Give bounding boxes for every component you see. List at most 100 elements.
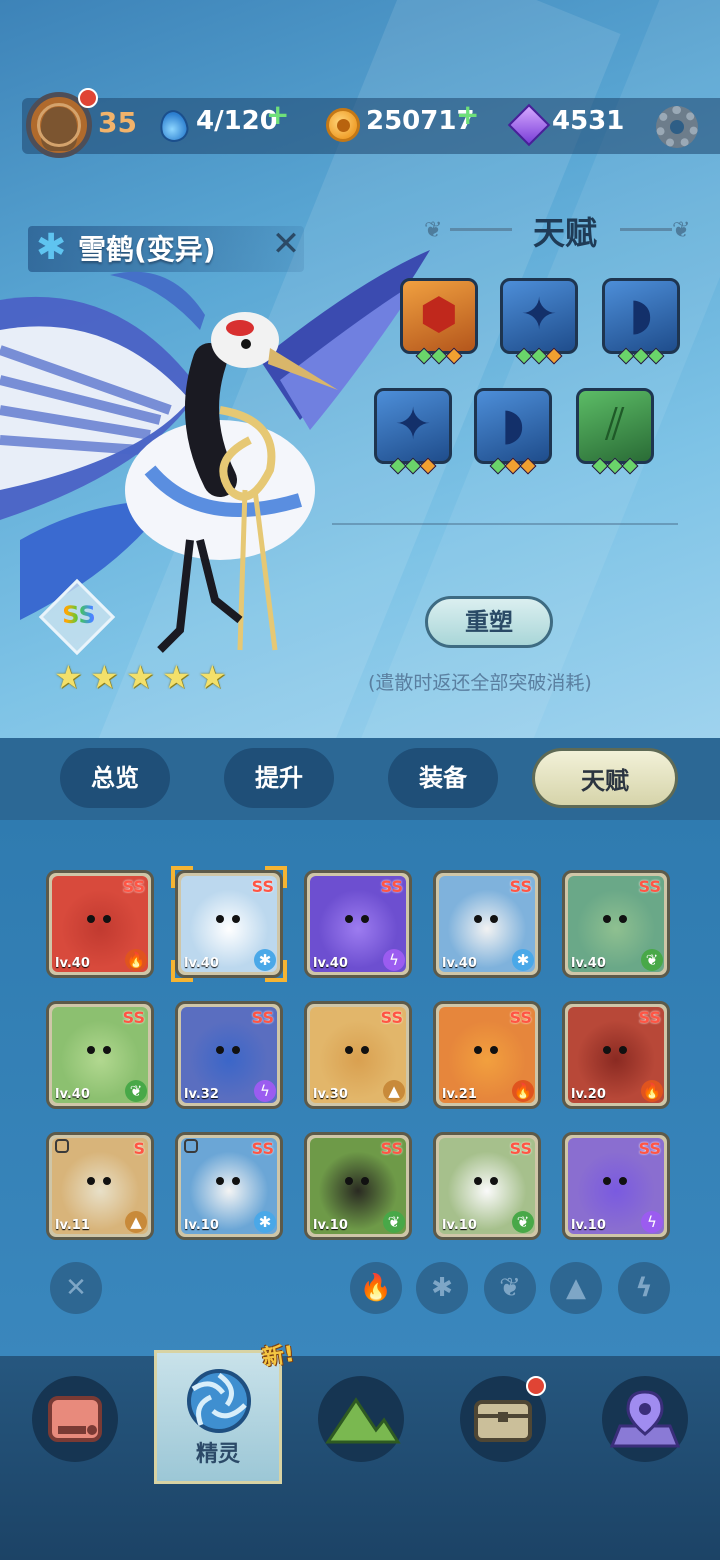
pet-card[interactable]: SS lv.40 🔥 xyxy=(46,870,154,978)
ice-element-icon: ✱ xyxy=(512,949,534,971)
pet-level: lv.21 xyxy=(442,1087,477,1102)
title-ornament-line xyxy=(620,228,672,231)
tab-overview[interactable]: 总览 xyxy=(60,748,170,808)
talent-pips xyxy=(389,457,437,475)
pet-card[interactable]: SS lv.32 ϟ xyxy=(175,1001,283,1109)
star-icon: ★ xyxy=(54,658,83,696)
pet-eye xyxy=(345,915,353,923)
nav-shop-button[interactable] xyxy=(32,1376,118,1462)
talent-slot[interactable]: ✦ xyxy=(500,278,578,354)
reforge-button[interactable]: 重塑 xyxy=(425,596,553,648)
pip-diamond-icon xyxy=(519,457,537,475)
pet-eye xyxy=(474,915,482,923)
nav-map-button[interactable] xyxy=(602,1376,688,1462)
nav-adventure-button[interactable] xyxy=(318,1376,404,1462)
pip-diamond-icon xyxy=(445,347,463,365)
nature-element-icon: ❦ xyxy=(383,1211,405,1233)
pet-eye xyxy=(216,1177,224,1185)
selection-corner xyxy=(265,960,287,982)
pet-eye xyxy=(619,1046,627,1054)
pet-eye xyxy=(232,915,240,923)
shuriken-star-icon: ✦ xyxy=(520,289,558,340)
talent-slot[interactable]: ⬢ xyxy=(400,278,478,354)
lightning-filter-button[interactable]: ϟ xyxy=(618,1262,670,1314)
tab-upgrade[interactable]: 提升 xyxy=(224,748,334,808)
pet-level: lv.11 xyxy=(55,1218,90,1233)
pet-level: lv.40 xyxy=(55,1087,90,1102)
lightning-element-icon: ϟ xyxy=(641,1211,663,1233)
talent-pips xyxy=(591,457,639,475)
lock-icon xyxy=(184,1139,198,1153)
pet-card[interactable]: SS lv.40 ϟ xyxy=(304,870,412,978)
nav-pet-label: 精灵 xyxy=(195,1442,240,1467)
pet-level: lv.40 xyxy=(571,956,606,971)
pet-card[interactable]: SS lv.21 🔥 xyxy=(433,1001,541,1109)
pet-eye xyxy=(87,915,95,923)
pet-card[interactable]: SS lv.10 ❦ xyxy=(304,1132,412,1240)
pet-rank: SS xyxy=(122,1008,145,1027)
pet-eye xyxy=(361,915,369,923)
star-icon: ★ xyxy=(162,658,191,696)
rank-label: SS xyxy=(54,601,104,629)
pet-rank: S xyxy=(133,1139,145,1158)
earth-element-icon: ▲ xyxy=(125,1211,147,1233)
pet-card[interactable]: SS lv.40 ✱ xyxy=(433,870,541,978)
pet-eye xyxy=(361,1046,369,1054)
settings-gear-icon[interactable] xyxy=(656,106,698,148)
pet-rank: SS xyxy=(638,1008,661,1027)
star-icon: ★ xyxy=(198,658,227,696)
selection-corner xyxy=(265,866,287,888)
fire-filter-button[interactable]: 🔥 xyxy=(350,1262,402,1314)
pet-eye xyxy=(474,1177,482,1185)
pip-diamond-icon xyxy=(545,347,563,365)
pet-eye xyxy=(603,1177,611,1185)
pet-level: lv.40 xyxy=(442,956,477,971)
pet-eye xyxy=(345,1046,353,1054)
add-stamina-button[interactable]: + xyxy=(266,98,289,131)
pet-level: lv.40 xyxy=(313,956,348,971)
pet-card[interactable]: SS lv.20 🔥 xyxy=(562,1001,670,1109)
pip-diamond-icon xyxy=(647,347,665,365)
pet-eye xyxy=(474,1046,482,1054)
pet-rank: SS xyxy=(509,1139,532,1158)
talent-slot[interactable]: ◗ xyxy=(602,278,680,354)
add-coin-button[interactable]: + xyxy=(456,98,479,131)
talent-slot[interactable]: ✦ xyxy=(374,388,452,464)
pet-eye xyxy=(216,915,224,923)
pet-card[interactable]: Slv.11 ▲ xyxy=(46,1132,154,1240)
clear-filter-button[interactable]: ✕ xyxy=(50,1262,102,1314)
pet-card[interactable]: SS lv.10 ❦ xyxy=(433,1132,541,1240)
tab-equipment[interactable]: 装备 xyxy=(388,748,498,808)
pet-eye xyxy=(216,1046,224,1054)
ice-filter-button[interactable]: ✱ xyxy=(416,1262,468,1314)
talent-pips xyxy=(617,347,665,365)
nature-filter-button[interactable]: ❦ xyxy=(484,1262,536,1314)
pet-rank: SS xyxy=(251,1008,274,1027)
earth-element-icon: ▲ xyxy=(383,1080,405,1102)
talent-pips xyxy=(489,457,537,475)
pet-eye xyxy=(103,915,111,923)
coin-icon xyxy=(326,108,360,142)
pet-card[interactable]: SS lv.10 ϟ xyxy=(562,1132,670,1240)
map-pin-icon xyxy=(609,1390,681,1448)
horn-spike-icon: ◗ xyxy=(629,289,653,340)
pet-rank: SS xyxy=(251,1139,274,1158)
pet-card[interactable]: SS lv.40 ❦ xyxy=(46,1001,154,1109)
pet-eye xyxy=(603,915,611,923)
tab-talent[interactable]: 天赋 xyxy=(532,748,678,808)
pet-card[interactable]: SS lv.10 ✱ xyxy=(175,1132,283,1240)
pet-card[interactable]: SS lv.30 ▲ xyxy=(304,1001,412,1109)
pet-eye xyxy=(232,1177,240,1185)
pet-eye xyxy=(103,1177,111,1185)
star-icon: ★ xyxy=(126,658,155,696)
nature-element-icon: ❦ xyxy=(641,949,663,971)
earth-filter-button[interactable]: ▲ xyxy=(550,1262,602,1314)
section-divider xyxy=(332,523,678,525)
talent-slot[interactable]: ⫽ xyxy=(576,388,654,464)
pet-rank: SS xyxy=(638,1139,661,1158)
nature-element-icon: ❦ xyxy=(125,1080,147,1102)
pet-card[interactable]: SS lv.40 ❦ xyxy=(562,870,670,978)
pet-rank: SS xyxy=(380,877,403,896)
pet-level: lv.32 xyxy=(184,1087,219,1102)
talent-slot[interactable]: ◗ xyxy=(474,388,552,464)
